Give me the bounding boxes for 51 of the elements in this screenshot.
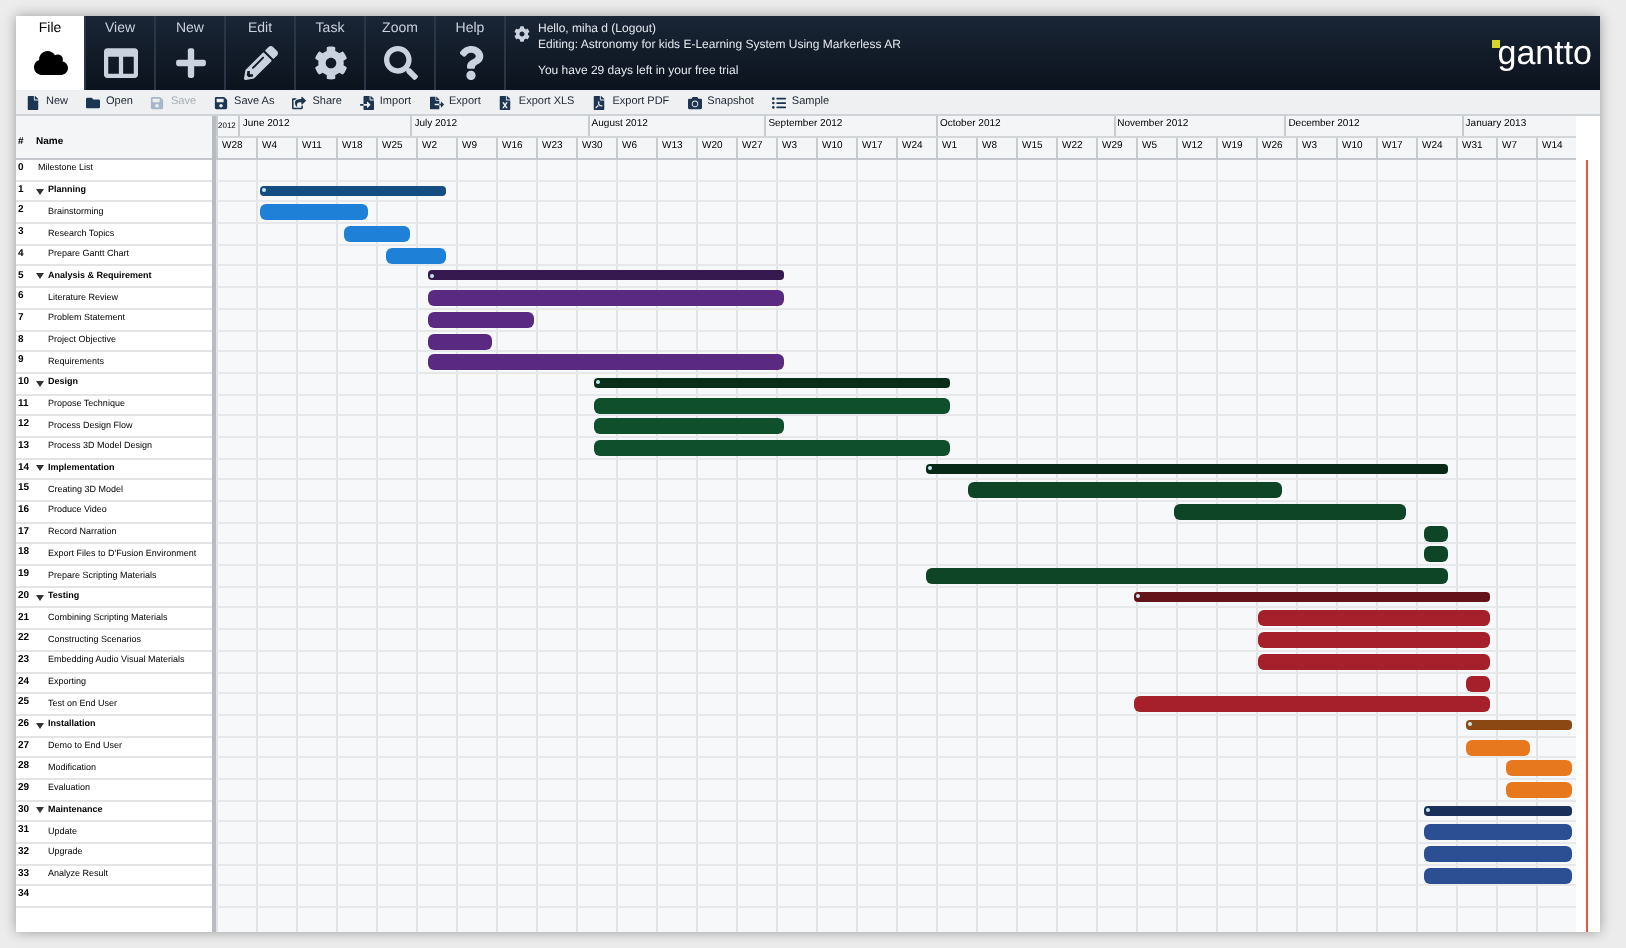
caret-icon[interactable] [36,806,44,815]
share-icon [292,95,307,109]
folder-icon [86,95,101,109]
task-bar[interactable] [1424,546,1448,563]
task-bar[interactable] [1258,632,1490,649]
columns-icon [103,46,137,80]
task-bar[interactable] [1134,696,1490,713]
task-bar[interactable] [1424,525,1448,542]
task-bar[interactable] [428,333,492,349]
import-icon [359,95,374,109]
cloud-icon [33,46,67,80]
caret-icon[interactable] [36,187,44,196]
summary-bar[interactable] [926,463,1448,474]
search-icon [383,46,417,80]
task-bar[interactable] [594,439,950,456]
summary-bar[interactable] [1424,805,1572,816]
caret-icon[interactable] [36,593,44,602]
save-icon [214,95,229,109]
task-bar[interactable] [1258,653,1490,670]
task-bar[interactable] [1466,675,1490,691]
logo: gantto [1491,33,1592,73]
settings-icon [514,26,530,42]
task-bar[interactable] [428,311,534,328]
file-icon [26,95,40,109]
summary-bar[interactable] [594,377,950,388]
task-bar[interactable] [1424,867,1572,884]
caret-icon[interactable] [36,464,44,473]
summary-bar[interactable] [428,270,784,281]
settings-icon [313,46,347,80]
summary-bar[interactable] [1466,719,1572,730]
list-icon [771,95,786,109]
save-icon [150,95,165,109]
spreadsheet-icon [498,95,513,109]
task-bar[interactable] [428,354,784,371]
summary-bar[interactable] [1134,591,1490,602]
task-bar[interactable] [594,397,950,414]
caret-icon[interactable] [36,379,44,388]
summary-bar[interactable] [260,185,446,196]
task-bar[interactable] [968,482,1282,499]
plus-icon [173,46,207,80]
task-bar[interactable] [1424,824,1572,841]
pencil-icon [243,46,277,80]
pdf-icon [592,95,607,109]
caret-icon[interactable] [36,721,44,730]
task-bar[interactable] [926,568,1448,585]
caret-icon[interactable] [36,272,44,281]
task-bar[interactable] [428,290,784,307]
export-icon [429,95,443,109]
camera-icon [687,95,702,109]
task-bar[interactable] [1258,610,1490,627]
task-bar[interactable] [594,418,784,435]
